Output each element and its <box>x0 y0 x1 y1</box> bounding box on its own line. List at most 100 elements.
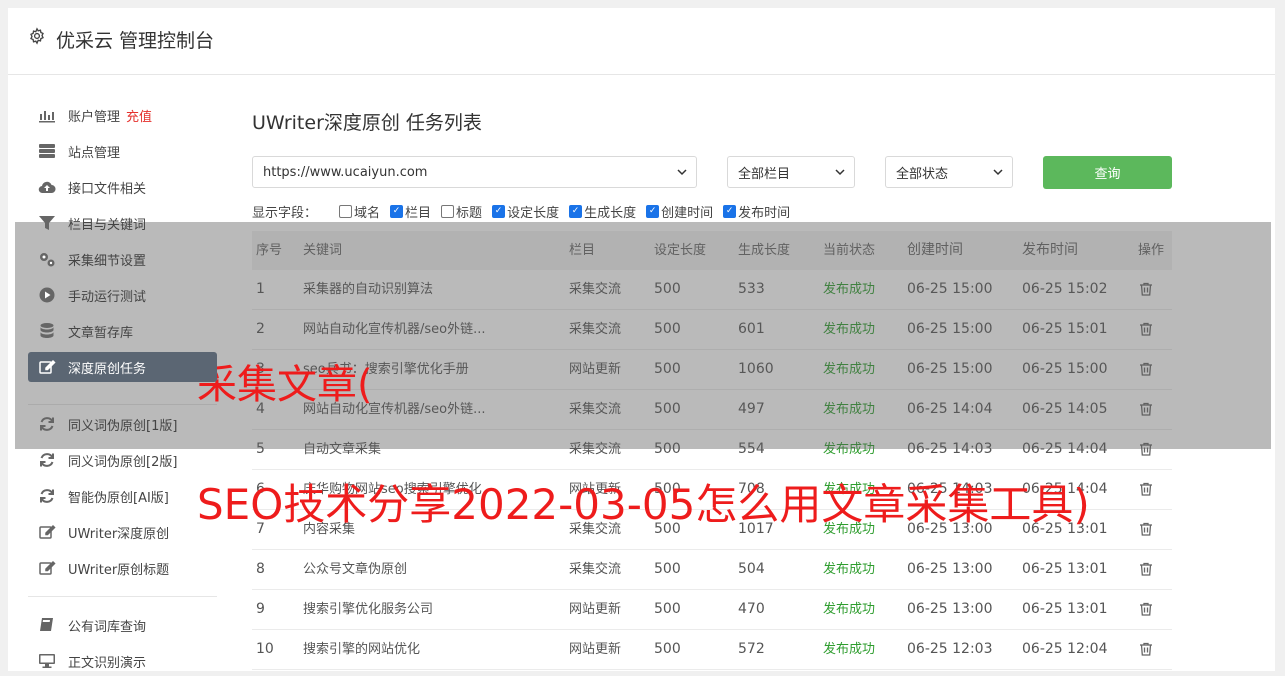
status-badge: 发布成功 <box>823 642 876 657</box>
sidebar-item-9[interactable]: 同义词伪原创[1版] <box>28 409 217 439</box>
table-cell: 06-25 13:00 <box>907 601 993 617</box>
checkbox-checked-icon[interactable] <box>646 205 660 218</box>
sidebar-item-label: 采集细节设置 <box>68 253 147 269</box>
sidebar-item-label: 站点管理 <box>68 145 121 161</box>
field-checkbox-5[interactable]: 生成长度 <box>569 202 636 221</box>
sidebar-item-3[interactable]: 接口文件相关 <box>28 172 217 202</box>
checkbox-unchecked-icon[interactable] <box>339 205 353 218</box>
table-cell: 470 <box>738 601 765 617</box>
trash-icon <box>1140 562 1152 576</box>
field-label: 标题 <box>456 206 483 221</box>
sidebar-item-12[interactable]: UWriter深度原创 <box>28 517 217 547</box>
checkbox-checked-icon[interactable] <box>390 205 404 218</box>
sidebar-item-7[interactable]: 文章暂存库 <box>28 316 217 346</box>
field-checkbox-4[interactable]: 设定长度 <box>492 202 559 221</box>
sidebar-item-15[interactable]: 正文识别演示 <box>28 646 217 676</box>
table-cell: 504 <box>738 561 765 577</box>
table-cell: 10 <box>256 641 274 657</box>
overlay-headline: 采集文章( <box>197 362 373 408</box>
sidebar-divider <box>28 596 217 597</box>
trash-icon <box>1140 602 1152 616</box>
table-cell: 06-25 13:01 <box>1022 561 1108 577</box>
table-cell: 06-25 12:04 <box>1022 641 1108 657</box>
refresh-icon <box>38 451 56 469</box>
gear-icon <box>30 27 44 45</box>
delete-button[interactable] <box>1138 590 1172 629</box>
table-cell: 8 <box>256 561 265 577</box>
top-bar: 优采云 管理控制台 <box>8 8 1275 75</box>
delete-button[interactable] <box>1138 550 1172 589</box>
field-label: 创建时间 <box>661 206 714 221</box>
field-checkbox-6[interactable]: 创建时间 <box>646 202 713 221</box>
book-icon <box>38 616 56 634</box>
checkbox-checked-icon[interactable] <box>723 205 737 218</box>
status-badge: 发布成功 <box>823 602 876 617</box>
sidebar-item-14[interactable]: 公有词库查询 <box>28 610 217 640</box>
field-checkbox-7[interactable]: 发布时间 <box>723 202 790 221</box>
checkbox-checked-icon[interactable] <box>492 205 506 218</box>
sidebar-item-label: 接口文件相关 <box>68 181 147 197</box>
delete-button[interactable] <box>1138 510 1172 549</box>
status-select[interactable]: 全部状态 <box>885 156 1013 188</box>
sidebar-item-8[interactable]: 深度原创任务 <box>28 352 217 382</box>
field-checkbox-1[interactable]: 域名 <box>339 202 380 221</box>
sidebar-item-label: 正文识别演示 <box>68 655 147 671</box>
sidebar-item-4[interactable]: 栏目与关键词 <box>28 208 217 238</box>
sidebar-item-2[interactable]: 站点管理 <box>28 136 217 166</box>
table-cell: 06-25 12:03 <box>907 641 993 657</box>
sidebar-item-label: UWriter原创标题 <box>68 562 170 578</box>
field-label: 栏目 <box>405 206 432 221</box>
table-cell: 网站更新 <box>569 642 622 657</box>
column-select[interactable]: 全部栏目 <box>727 156 855 188</box>
field-label: 生成长度 <box>584 206 637 221</box>
sidebar-item-label: 账户管理 <box>68 109 121 125</box>
table-cell: 采集交流 <box>569 562 622 577</box>
database-icon <box>38 322 56 340</box>
field-checkbox-3[interactable]: 标题 <box>441 202 482 221</box>
filter-icon <box>38 214 56 232</box>
table-row: 10 搜索引擎的网站优化 网站更新 500 572 发布成功 06-25 12:03 06-2… <box>252 630 1172 670</box>
table-cell: 500 <box>654 561 681 577</box>
sidebar-item-label: 同义词伪原创[1版] <box>68 418 178 434</box>
sidebar-item-13[interactable]: UWriter原创标题 <box>28 553 217 583</box>
table-cell: 500 <box>654 641 681 657</box>
table-cell: 9 <box>256 601 265 617</box>
task-list-title: UWriter深度原创 任务列表 <box>252 112 482 134</box>
trash-icon <box>1140 482 1152 496</box>
table-cell: 公众号文章伪原创 <box>303 562 408 577</box>
sidebar-item-10[interactable]: 同义词伪原创[2版] <box>28 445 217 475</box>
table-row: 8 公众号文章伪原创 采集交流 500 504 发布成功 06-25 13:00 06-25 … <box>252 550 1172 590</box>
sidebar-item-11[interactable]: 智能伪原创[AI版] <box>28 481 217 511</box>
column-select-value: 全部栏目 <box>738 166 791 182</box>
table-cell: 06-25 13:00 <box>907 561 993 577</box>
monitor-icon <box>38 652 56 670</box>
display-fields: 显示字段： 域名 栏目 标题 设定长度 生成长度 创建时间 发布时间 <box>252 202 800 221</box>
delete-button[interactable] <box>1138 470 1172 509</box>
sidebar-item-5[interactable]: 采集细节设置 <box>28 244 217 274</box>
recharge-link[interactable]: 充值 <box>126 106 152 125</box>
delete-button[interactable] <box>1138 630 1172 669</box>
server-icon <box>38 142 56 160</box>
refresh-icon <box>38 487 56 505</box>
table-cell: 500 <box>654 601 681 617</box>
field-label: 设定长度 <box>507 206 560 221</box>
site-select-value: https://www.ucaiyun.com <box>263 164 428 180</box>
sidebar-item-label: 手动运行测试 <box>68 289 147 305</box>
edit-icon <box>38 523 56 541</box>
checkbox-checked-icon[interactable] <box>569 205 583 218</box>
query-button[interactable]: 查询 <box>1043 156 1172 189</box>
cloud-upload-icon <box>38 178 56 196</box>
sidebar-item-1[interactable]: 账户管理 充值 <box>28 100 217 130</box>
table-cell: 搜索引擎的网站优化 <box>303 642 421 657</box>
sidebar-item-label: 同义词伪原创[2版] <box>68 454 178 470</box>
bar-chart-icon <box>38 106 56 124</box>
play-circle-icon <box>38 286 56 304</box>
sidebar-item-label: 公有词库查询 <box>68 619 147 635</box>
checkbox-unchecked-icon[interactable] <box>441 205 455 218</box>
display-fields-label: 显示字段： <box>252 206 318 221</box>
chevron-down-icon <box>835 169 845 176</box>
sidebar-item-6[interactable]: 手动运行测试 <box>28 280 217 310</box>
field-checkbox-2[interactable]: 栏目 <box>390 202 431 221</box>
page-header-title: 优采云 管理控制台 <box>56 30 215 52</box>
site-select[interactable]: https://www.ucaiyun.com <box>252 156 697 188</box>
